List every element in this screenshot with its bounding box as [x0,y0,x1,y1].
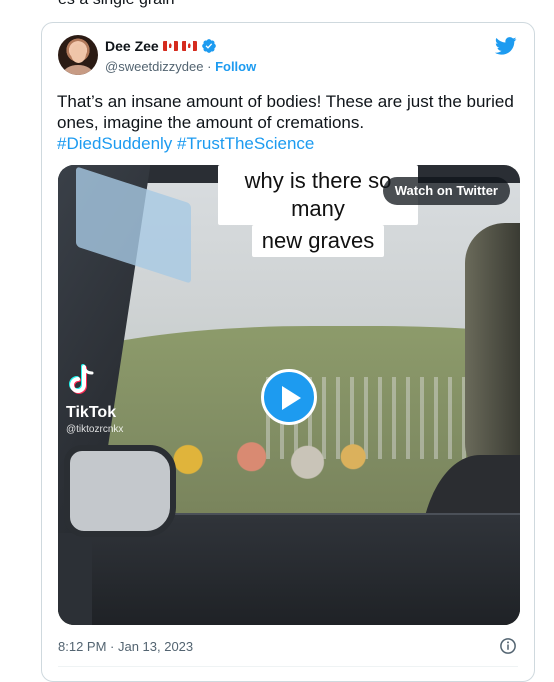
truncated-text-above: es a single grain [58,0,175,9]
hashtag-link[interactable]: #DiedSuddenly [57,134,172,153]
tiktok-watermark: TikTok @tiktozrcnkx [66,363,123,435]
follow-button[interactable]: Follow [215,59,256,74]
tweet-text: That’s an insane amount of bodies! These… [57,91,515,154]
avatar-face [71,44,86,63]
side-mirror [64,445,176,537]
info-icon[interactable] [499,637,517,655]
play-button[interactable] [261,369,317,425]
author-name-row: Dee Zee [105,38,217,54]
avatar[interactable] [58,35,98,75]
canada-flag-icon-2 [181,41,197,51]
author-handle-row: @sweetdizzydee · Follow [105,59,256,74]
video-thumbnail[interactable]: why is there so many new graves Watch on… [58,165,520,625]
verified-badge-icon [201,39,216,53]
separator-dot: · [207,59,212,74]
avatar-shoulders [63,65,93,75]
caption-line-2: new graves [251,225,385,257]
divider [58,666,518,667]
hashtag-link[interactable]: #TrustTheScience [177,134,314,153]
tiktok-icon [69,364,94,394]
tweet-card[interactable]: Dee Zee @sweetdizzydee · Follow That’s a… [41,22,535,682]
play-icon [282,386,301,410]
twitter-bird-icon[interactable] [495,37,517,55]
author-handle[interactable]: @sweetdizzydee [105,59,203,74]
tweet-timestamp[interactable]: 8:12 PM · Jan 13, 2023 [58,639,193,654]
canada-flag-icon [162,41,178,51]
author-display-name[interactable]: Dee Zee [105,38,159,54]
watch-on-twitter-button[interactable]: Watch on Twitter [382,177,510,205]
tiktok-label: TikTok [66,404,117,421]
tiktok-handle: @tiktozrcnkx [66,424,124,435]
tweet-body: That’s an insane amount of bodies! These… [57,92,514,132]
